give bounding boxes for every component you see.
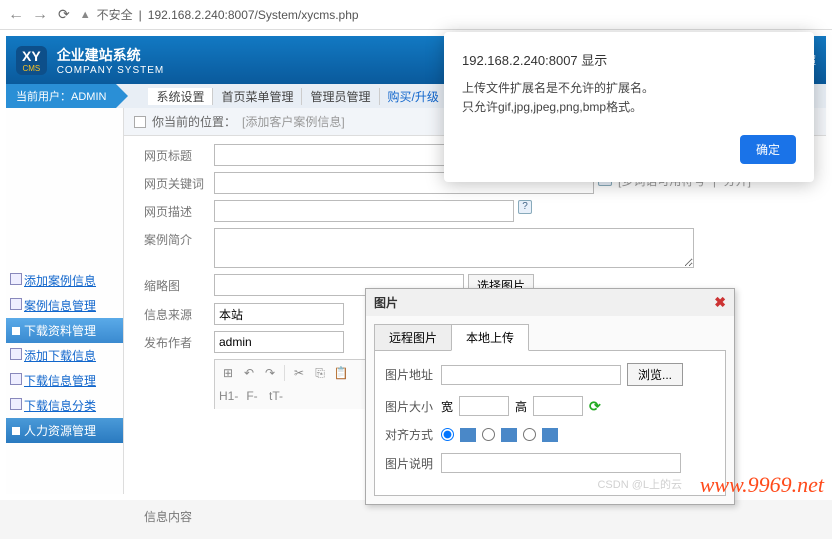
image-dialog: 图片 ✖ 远程图片 本地上传 图片地址 浏览... 图片大小 宽 高 ⟳ 对齐方… <box>365 288 735 505</box>
font-dropdown[interactable]: F- <box>243 387 261 405</box>
back-button[interactable]: ← <box>8 6 24 24</box>
label-title: 网页标题 <box>144 144 214 164</box>
align-radio-1[interactable] <box>441 428 454 441</box>
fontsize-dropdown[interactable]: tT- <box>267 387 285 405</box>
redo-icon[interactable]: ↷ <box>261 364 279 382</box>
input-desc[interactable] <box>214 200 514 222</box>
label-source: 信息来源 <box>144 303 214 323</box>
reload-button[interactable]: ⟳ <box>58 6 70 23</box>
cut-icon[interactable]: ✂ <box>290 364 308 382</box>
watermark: www.9969.net <box>700 472 824 498</box>
breadcrumb-page: [添加客户案例信息] <box>242 113 345 130</box>
menu-system[interactable]: 系统设置 <box>148 88 213 105</box>
sidebar-group-hr-label: 人力资源管理 <box>24 422 96 439</box>
help-icon[interactable]: ? <box>518 200 532 214</box>
warning-icon: ▲ <box>80 9 91 21</box>
browse-button[interactable]: 浏览... <box>627 363 683 386</box>
square-icon <box>12 427 20 435</box>
align-img-icon <box>501 428 517 442</box>
sidebar-case-manage[interactable]: 案例信息管理 <box>6 293 123 318</box>
align-radio-3[interactable] <box>523 428 536 441</box>
sidebar-group-download-label: 下载资料管理 <box>24 322 96 339</box>
sidebar-add-case[interactable]: 添加案例信息 <box>6 268 123 293</box>
alert-line1: 上传文件扩展名是不允许的扩展名。 <box>462 79 796 98</box>
heading-dropdown[interactable]: H1- <box>219 387 237 405</box>
breadcrumb-icon <box>134 116 146 128</box>
label-caption: 图片说明 <box>385 455 435 472</box>
input-caption[interactable] <box>441 453 681 473</box>
input-author[interactable] <box>214 331 344 353</box>
csdn-watermark: CSDN @L上的云 <box>597 476 682 492</box>
refresh-icon[interactable]: ⟳ <box>589 398 601 415</box>
app-title-cn: 企业建站系统 <box>57 45 165 65</box>
label-thumb: 缩略图 <box>144 274 214 294</box>
label-author: 发布作者 <box>144 331 214 351</box>
input-width[interactable] <box>459 396 509 416</box>
align-img-icon <box>542 428 558 442</box>
logo-text-bottom: CMS <box>22 64 40 73</box>
alert-message: 上传文件扩展名是不允许的扩展名。 只允许gif,jpg,jpeg,png,bmp… <box>462 79 796 117</box>
square-icon <box>12 327 20 335</box>
source-icon[interactable]: ⊞ <box>219 364 237 382</box>
align-img-icon <box>460 428 476 442</box>
sidebar-download-manage[interactable]: 下载信息管理 <box>6 368 123 393</box>
breadcrumb-label: 你当前的位置： <box>152 113 236 130</box>
close-icon[interactable]: ✖ <box>714 294 726 311</box>
tab-local[interactable]: 本地上传 <box>451 324 529 351</box>
menu-admin[interactable]: 管理员管理 <box>302 88 379 105</box>
copy-icon[interactable]: ⎘ <box>311 364 329 382</box>
label-img-size: 图片大小 <box>385 398 435 415</box>
alert-ok-button[interactable]: 确定 <box>740 135 796 164</box>
current-user: 当前用户：ADMIN <box>6 84 116 108</box>
undo-icon[interactable]: ↶ <box>240 364 258 382</box>
label-img-url: 图片地址 <box>385 366 435 383</box>
js-alert: 192.168.2.240:8007 显示 上传文件扩展名是不允许的扩展名。 只… <box>444 32 814 182</box>
label-brief: 案例简介 <box>144 228 214 248</box>
sidebar-download-category[interactable]: 下载信息分类 <box>6 393 123 418</box>
sidebar-group-download[interactable]: 下载资料管理 <box>6 318 123 343</box>
input-source[interactable] <box>214 303 344 325</box>
input-img-url[interactable] <box>441 365 621 385</box>
not-secure-label: 不安全 <box>97 6 133 23</box>
forward-button[interactable]: → <box>32 6 48 24</box>
tab-remote[interactable]: 远程图片 <box>374 324 452 351</box>
alert-title: 192.168.2.240:8007 显示 <box>462 50 796 69</box>
sidebar-add-download[interactable]: 添加下载信息 <box>6 343 123 368</box>
dialog-titlebar: 图片 ✖ <box>366 289 734 316</box>
menu-homepage[interactable]: 首页菜单管理 <box>213 88 302 105</box>
app-title-en: COMPANY SYSTEM <box>57 65 165 76</box>
url-text: 192.168.2.240:8007/System/xycms.php <box>148 8 359 22</box>
label-content: 信息内容 <box>144 505 214 525</box>
label-keywords: 网页关键词 <box>144 172 214 192</box>
label-desc: 网页描述 <box>144 200 214 220</box>
label-width: 宽 <box>441 398 453 415</box>
alert-line2: 只允许gif,jpg,jpeg,png,bmp格式。 <box>462 98 796 117</box>
url-bar[interactable]: ▲ 不安全 | 192.168.2.240:8007/System/xycms.… <box>80 6 824 23</box>
input-height[interactable] <box>533 396 583 416</box>
dialog-title: 图片 <box>374 294 398 311</box>
sidebar-group-hr[interactable]: 人力资源管理 <box>6 418 123 443</box>
logo-text-top: XY <box>22 48 41 64</box>
url-separator: | <box>139 8 142 22</box>
menu-upgrade[interactable]: 购买/升级 <box>380 88 448 105</box>
sidebar: 添加案例信息 案例信息管理 下载资料管理 添加下载信息 下载信息管理 下载信息分… <box>6 108 124 494</box>
align-options <box>441 428 558 442</box>
logo: XY CMS <box>16 46 47 75</box>
textarea-brief[interactable] <box>214 228 694 268</box>
app-title: 企业建站系统 COMPANY SYSTEM <box>57 45 165 76</box>
align-radio-2[interactable] <box>482 428 495 441</box>
label-align: 对齐方式 <box>385 426 435 443</box>
paste-icon[interactable]: 📋 <box>332 364 350 382</box>
browser-address-bar: ← → ⟳ ▲ 不安全 | 192.168.2.240:8007/System/… <box>0 0 832 30</box>
label-height: 高 <box>515 398 527 415</box>
